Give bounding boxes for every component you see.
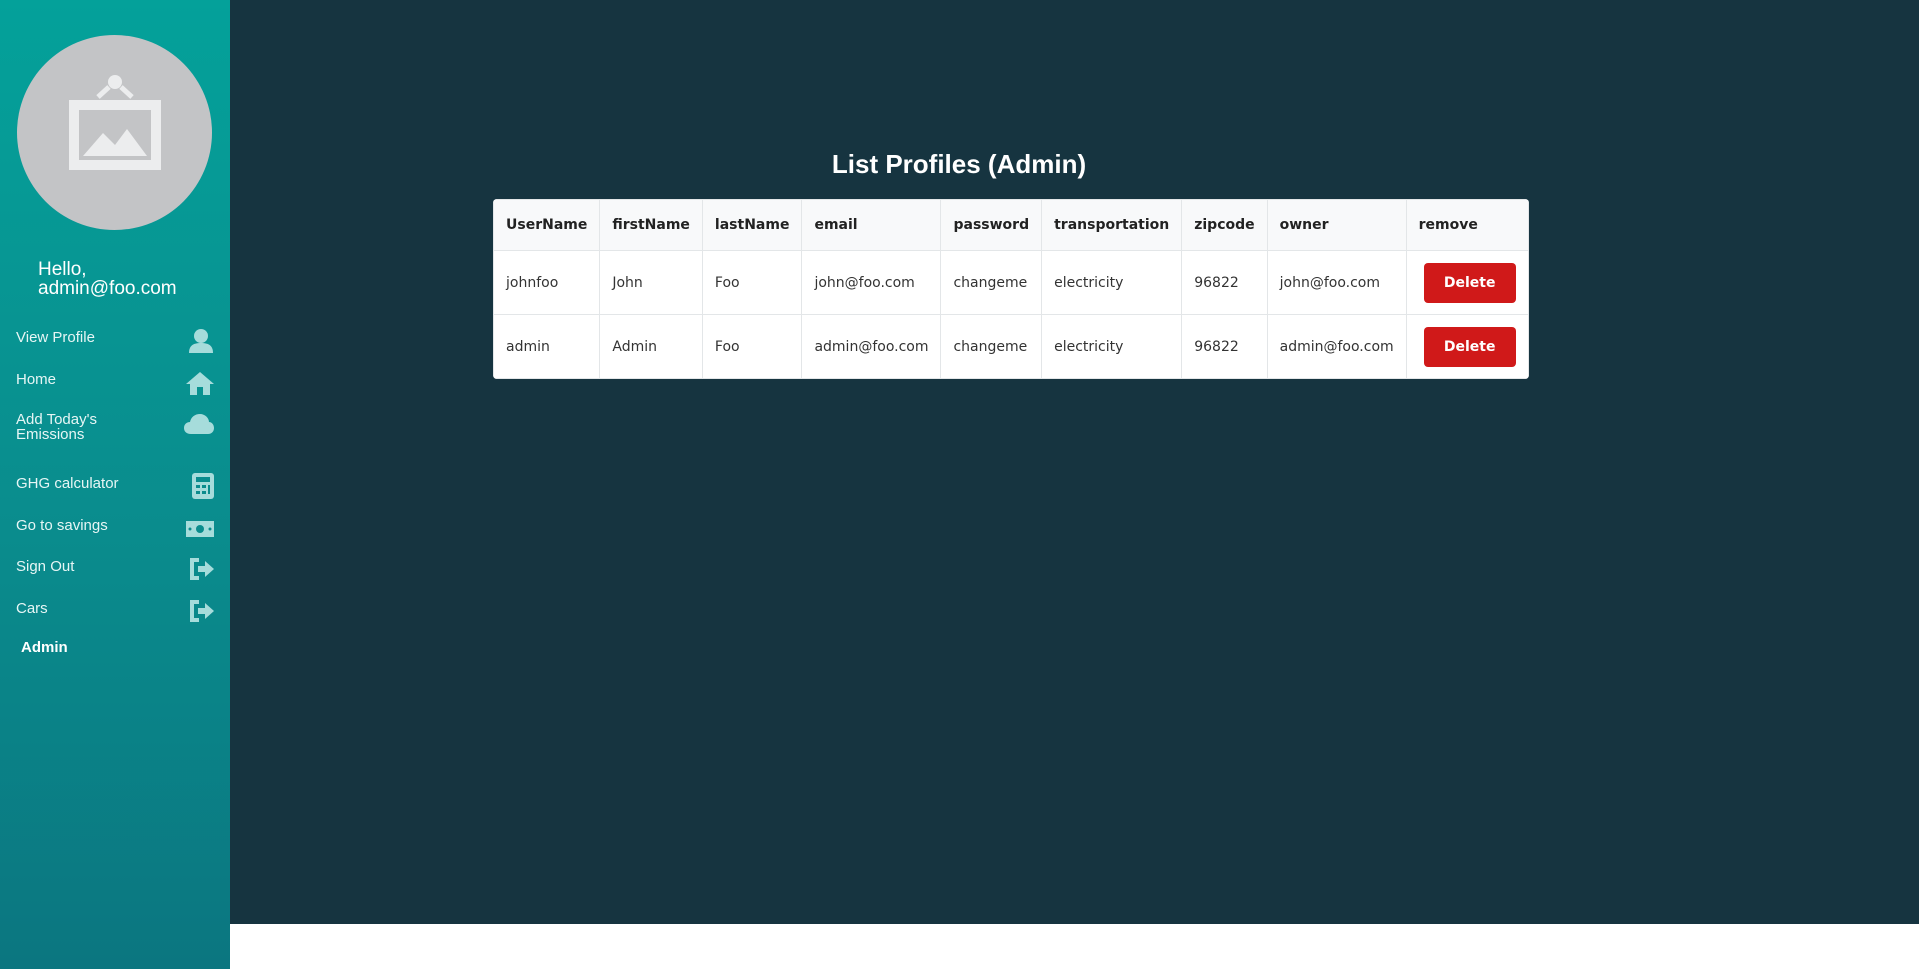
cell-last-name: Foo (701, 250, 803, 315)
sidebar-item-cars[interactable]: Cars (0, 591, 230, 631)
sidebar: Hello, admin@foo.com View Profile Home A… (0, 0, 230, 969)
delete-button[interactable]: Delete (1423, 262, 1516, 303)
image-placeholder-icon (69, 75, 161, 170)
column-header: UserName (493, 199, 601, 251)
sidebar-item-label: Sign Out (16, 558, 75, 575)
cell-password: changeme (940, 250, 1043, 315)
column-header: owner (1266, 199, 1407, 251)
sidebar-item-label-line2: Emissions (16, 426, 85, 443)
user-email: admin@foo.com (38, 278, 177, 299)
cell-first-name: John (599, 250, 703, 315)
main-content: List Profiles (Admin) UserName firstName… (230, 0, 1919, 924)
cell-zipcode: 96822 (1181, 314, 1268, 379)
cell-last-name: Foo (701, 314, 803, 379)
table-row: johnfoo John Foo john@foo.com changeme e… (493, 250, 1529, 315)
column-header: zipcode (1181, 199, 1268, 251)
column-header: lastName (701, 199, 803, 251)
cell-username: admin (493, 314, 601, 379)
table-header-row: UserName firstName lastName email passwo… (493, 199, 1529, 251)
sidebar-item-label: Cars (16, 600, 48, 617)
sidebar-item-label: Go to savings (16, 517, 108, 534)
greeting-text: Hello, (38, 259, 87, 280)
money-bill-icon (186, 521, 214, 537)
sign-out-icon (190, 558, 214, 580)
column-header: firstName (599, 199, 703, 251)
profiles-table: UserName firstName lastName email passwo… (493, 199, 1529, 379)
cell-zipcode: 96822 (1181, 250, 1268, 315)
sidebar-item-home[interactable]: Home (0, 362, 230, 402)
sidebar-item-go-to-savings[interactable]: Go to savings (0, 508, 230, 548)
sidebar-item-label: Home (16, 371, 57, 388)
home-icon (186, 372, 214, 395)
column-header: remove (1405, 199, 1529, 251)
cell-email: admin@foo.com (801, 314, 942, 379)
sidebar-item-add-emissions[interactable]: Add Today's Emissions (0, 412, 230, 462)
sidebar-item-label: GHG calculator (16, 475, 119, 492)
cell-owner: john@foo.com (1266, 250, 1407, 315)
sidebar-item-label: View Profile (16, 329, 95, 346)
table-row: admin Admin Foo admin@foo.com changeme e… (493, 314, 1529, 379)
page-title: List Profiles (Admin) (831, 149, 1087, 179)
cell-remove: Delete (1405, 314, 1529, 379)
cell-password: changeme (940, 314, 1043, 379)
cloud-icon (184, 414, 214, 434)
cell-first-name: Admin (599, 314, 703, 379)
user-icon (189, 329, 213, 353)
calculator-icon (192, 473, 214, 499)
cell-owner: admin@foo.com (1266, 314, 1407, 379)
sidebar-item-admin[interactable]: Admin (21, 639, 68, 656)
sidebar-item-ghg-calculator[interactable]: GHG calculator (0, 466, 230, 506)
cell-email: john@foo.com (801, 250, 942, 315)
sidebar-item-view-profile[interactable]: View Profile (0, 320, 230, 360)
column-header: transportation (1041, 199, 1183, 251)
sidebar-item-label: Add Today's (16, 411, 97, 428)
sign-out-icon (190, 600, 214, 622)
cell-transportation: electricity (1041, 250, 1183, 315)
column-header: email (801, 199, 942, 251)
cell-username: johnfoo (493, 250, 601, 315)
column-header: password (940, 199, 1043, 251)
sidebar-item-sign-out[interactable]: Sign Out (0, 549, 230, 589)
avatar (17, 35, 212, 230)
greeting: Hello, admin@foo.com (38, 260, 177, 298)
cell-transportation: electricity (1041, 314, 1183, 379)
cell-remove: Delete (1405, 250, 1529, 315)
delete-button[interactable]: Delete (1423, 326, 1516, 367)
